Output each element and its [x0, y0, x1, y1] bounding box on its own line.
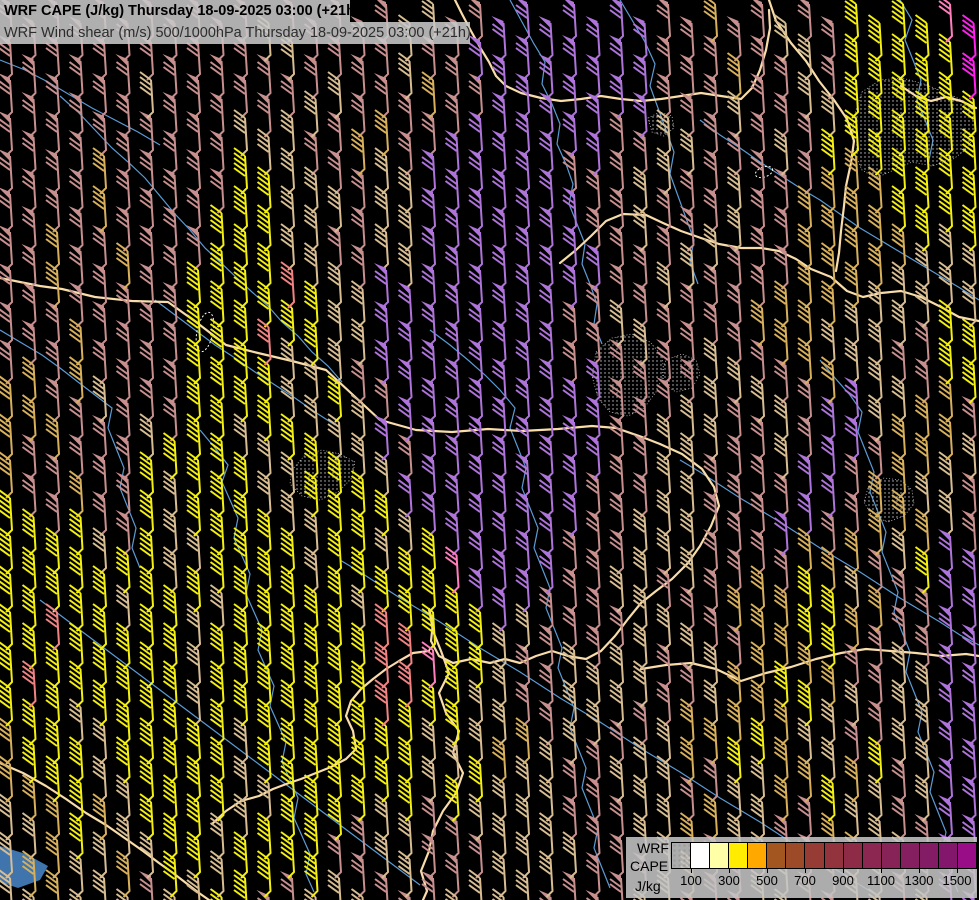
colorbar-cell	[767, 843, 786, 868]
colorbar-tick-label: 1100	[867, 873, 895, 888]
colorbar-cell	[901, 843, 920, 868]
colorbar-cell	[786, 843, 805, 868]
colorbar-cell	[939, 843, 958, 868]
colorbar-cell	[748, 843, 767, 868]
colorbar-cell	[920, 843, 939, 868]
colorbar-cell	[710, 843, 729, 868]
colorbar-cell	[672, 843, 691, 868]
colorbar-cell	[958, 843, 976, 868]
legend-model-label: WRF	[637, 840, 669, 856]
colorbar-tick-label: 500	[756, 873, 778, 888]
colorbar-tick-label: 1300	[905, 873, 934, 888]
legend-panel: WRF CAPE J/kg 100 300 500 700 900 1100 1300 150…	[626, 837, 977, 898]
river	[820, 360, 958, 892]
map-title-cape: WRF CAPE (J/kg) Thursday 18-09-2025 03:0…	[0, 0, 350, 22]
colorbar-tick-label: 1500	[943, 873, 972, 888]
colorbar-cell	[863, 843, 882, 868]
colorbar-cell	[729, 843, 748, 868]
colorbar-tick-label: 700	[794, 873, 816, 888]
colorbar-cell	[691, 843, 710, 868]
colorbar-tick-label: 300	[718, 873, 740, 888]
legend-unit-label: J/kg	[635, 878, 661, 894]
colorbar-cell	[805, 843, 824, 868]
urban-area	[592, 334, 664, 416]
weather-map-screenshot: WRF CAPE (J/kg) Thursday 18-09-2025 03:0…	[0, 0, 979, 900]
cape-colorbar	[671, 842, 977, 869]
map-canvas	[0, 0, 979, 900]
colorbar-cell	[844, 843, 863, 868]
colorbar-tick-label: 100	[680, 873, 702, 888]
urban-area	[290, 450, 355, 500]
wind-barb-group	[0, 0, 976, 900]
colorbar-cell	[882, 843, 901, 868]
colorbar-tick-label: 900	[832, 873, 854, 888]
wind-barb-layer	[0, 0, 976, 900]
wind-barb-group	[963, 15, 976, 99]
country-border	[560, 214, 979, 321]
map-title-windshear: WRF Wind shear (m/s) 500/1000hPa Thursda…	[0, 22, 470, 44]
legend-variable-label: CAPE	[630, 858, 668, 874]
country-border	[429, 444, 719, 663]
colorbar-cell	[825, 843, 844, 868]
